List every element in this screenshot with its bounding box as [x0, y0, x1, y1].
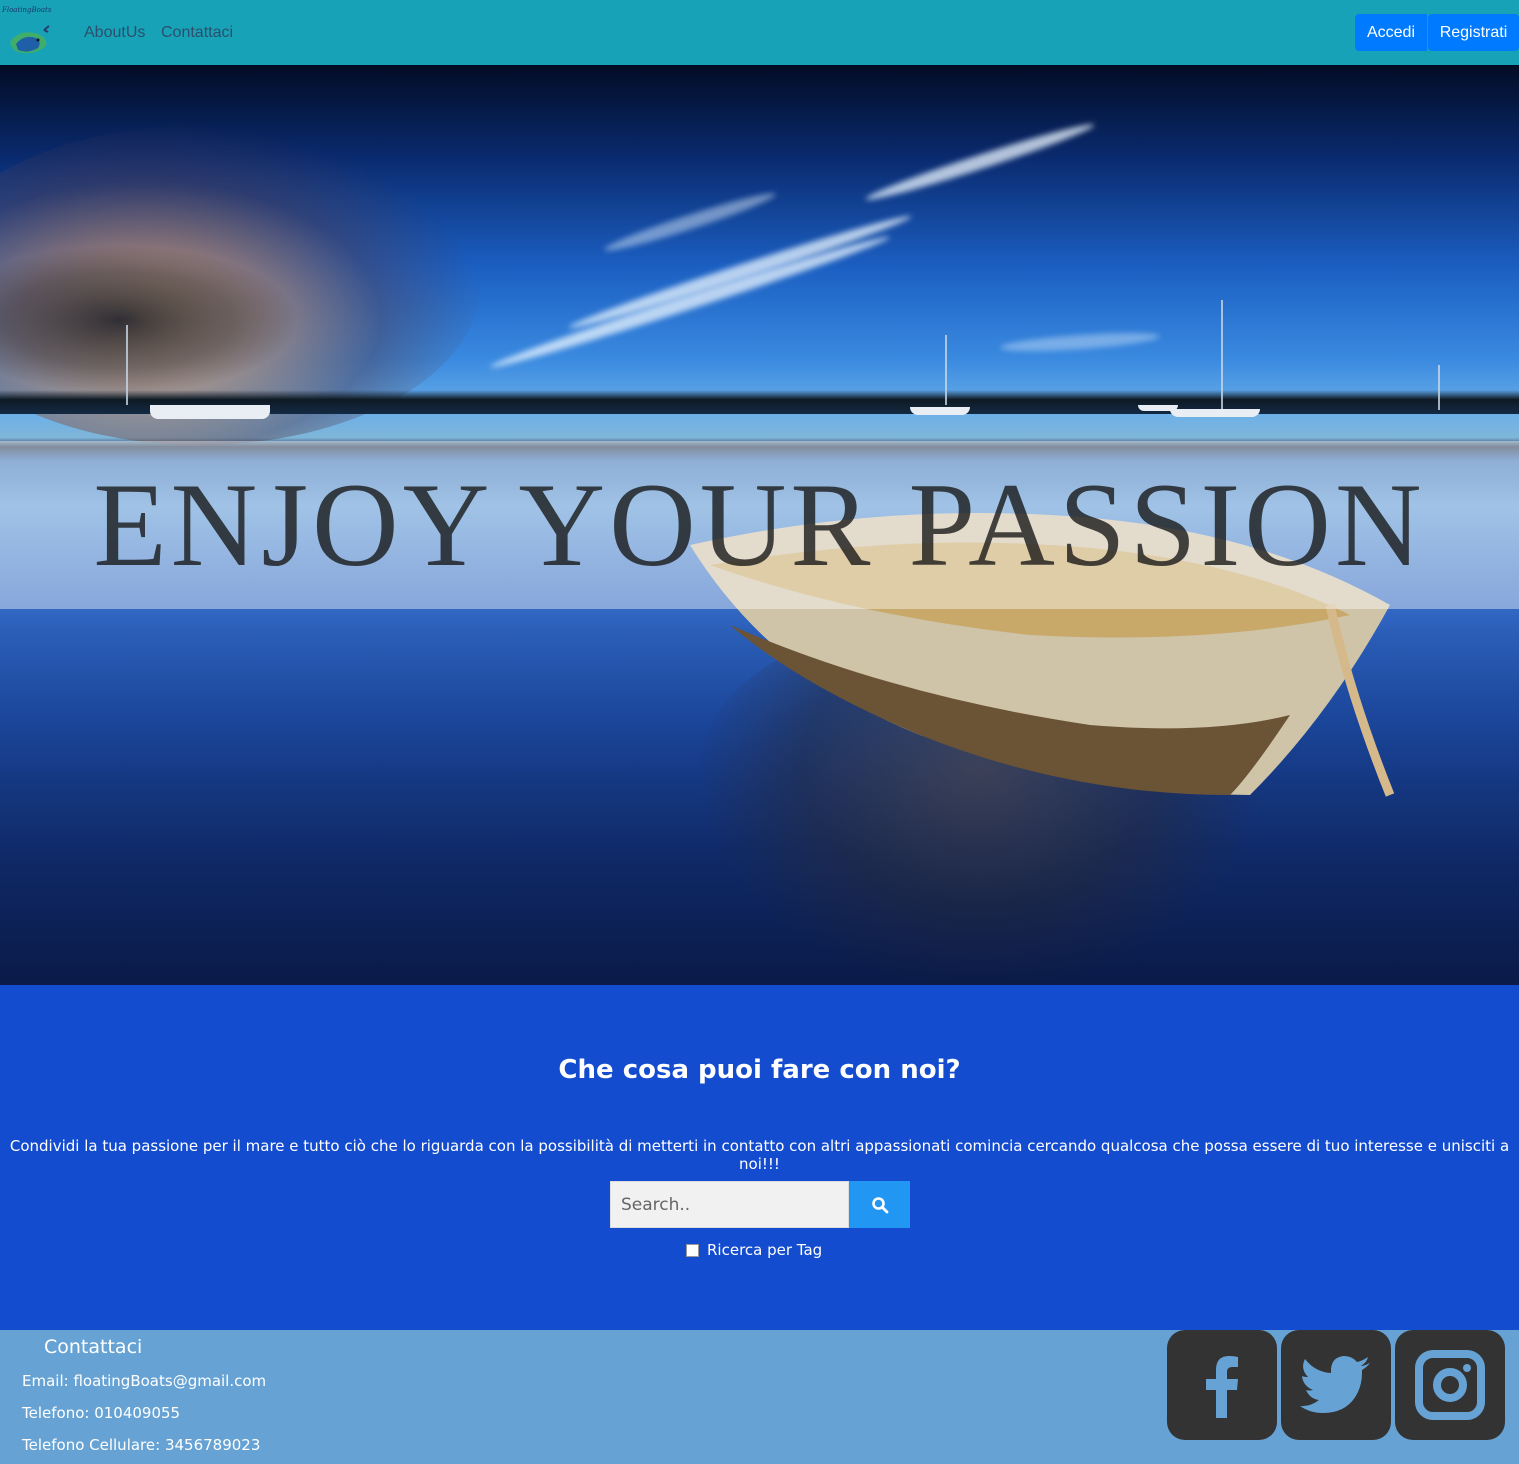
footer-title: Contattaci	[44, 1336, 143, 1358]
instagram-link[interactable]	[1395, 1330, 1505, 1440]
hero-image: ENJOY YOUR PASSION	[0, 65, 1519, 985]
logo-text: FloatingBoats	[2, 6, 52, 14]
search-icon	[871, 1196, 888, 1213]
nav-link-contattaci[interactable]: Contattaci	[161, 24, 233, 42]
hero-title: ENJOY YOUR PASSION	[93, 458, 1426, 591]
hero-banner: ENJOY YOUR PASSION	[0, 441, 1519, 609]
footer-mobile: Telefono Cellulare: 3456789023	[22, 1436, 261, 1454]
search-input[interactable]	[610, 1181, 849, 1228]
footer: Contattaci Email: floatingBoats@gmail.co…	[0, 1330, 1519, 1464]
search-button[interactable]	[849, 1181, 910, 1228]
section-title: Che cosa puoi fare con noi?	[558, 1055, 961, 1085]
nav-link-aboutus[interactable]: AboutUs	[84, 24, 145, 42]
section-description: Condividi la tua passione per il mare e …	[9, 1137, 1510, 1173]
fish-icon	[10, 25, 50, 54]
twitter-icon	[1300, 1356, 1370, 1413]
footer-phone: Telefono: 010409055	[22, 1404, 181, 1422]
footer-email: Email: floatingBoats@gmail.com	[22, 1372, 267, 1390]
main-section: Che cosa puoi fare con noi? Condividi la…	[0, 985, 1519, 1330]
tag-search-option[interactable]: Ricerca per Tag	[686, 1240, 822, 1260]
login-button[interactable]: Accedi	[1355, 14, 1427, 51]
tag-search-checkbox[interactable]	[686, 1243, 699, 1257]
tag-search-label: Ricerca per Tag	[707, 1241, 823, 1259]
facebook-link[interactable]	[1167, 1330, 1277, 1440]
logo[interactable]: FloatingBoats	[0, 2, 64, 62]
facebook-icon	[1206, 1356, 1238, 1418]
navbar: FloatingBoats AboutUs Contattaci Accedi …	[0, 0, 1519, 65]
twitter-link[interactable]	[1281, 1330, 1391, 1440]
instagram-icon	[1415, 1350, 1485, 1420]
register-button[interactable]: Registrati	[1428, 14, 1519, 51]
